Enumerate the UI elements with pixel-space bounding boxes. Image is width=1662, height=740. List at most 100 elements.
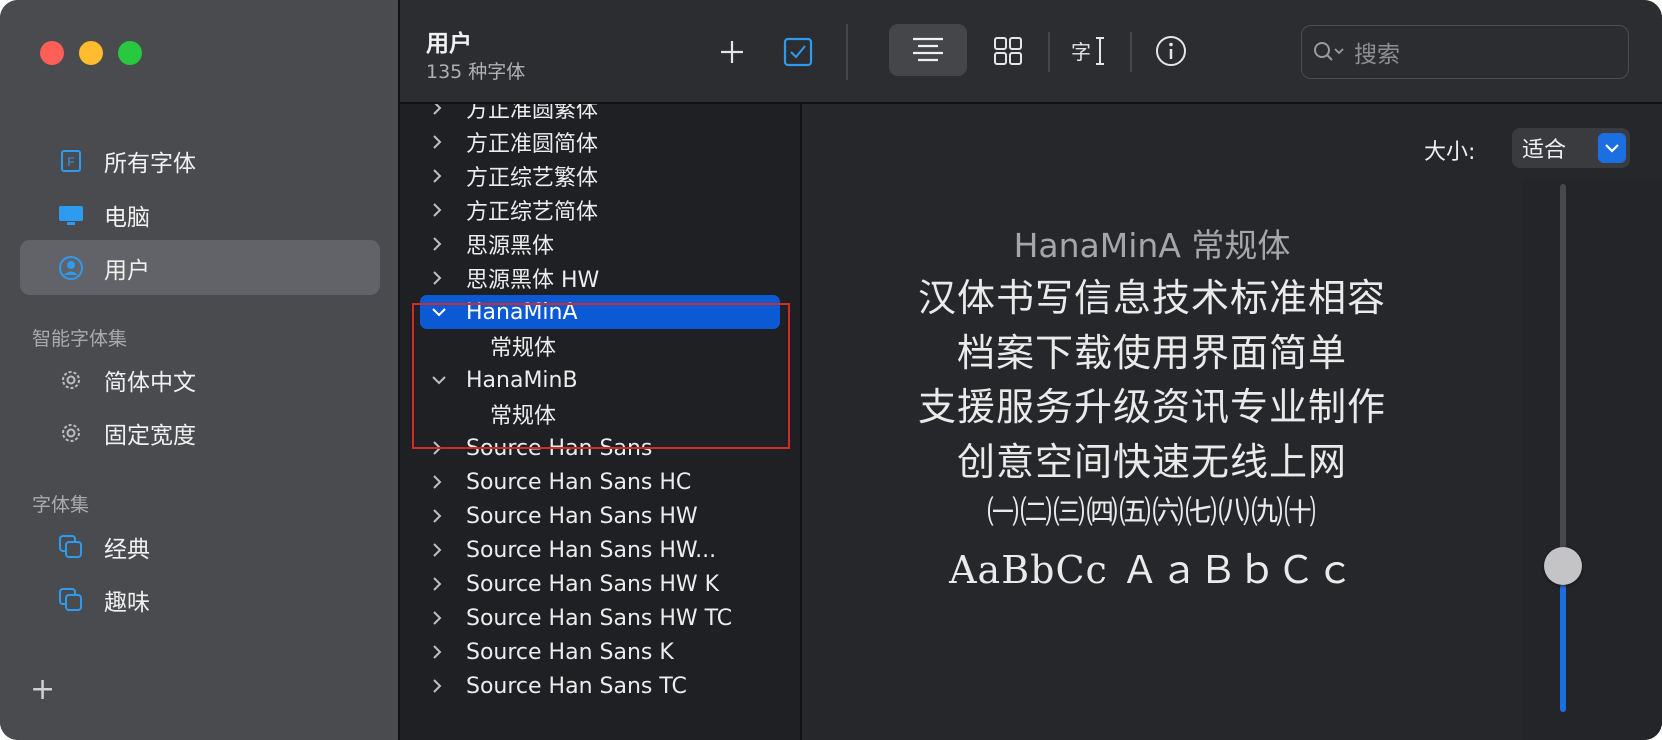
close-button[interactable] bbox=[40, 41, 64, 65]
font-family-row[interactable]: HanaMinB bbox=[400, 363, 800, 397]
view-grid-button[interactable] bbox=[985, 28, 1031, 74]
sidebar-item-label: 固定宽度 bbox=[104, 422, 196, 449]
font-family-row[interactable]: Source Han Sans HW K bbox=[400, 567, 800, 601]
chevron-down-icon[interactable] bbox=[432, 375, 446, 385]
sidebar-item-label: 经典 bbox=[104, 536, 150, 563]
sidebar-item-classic[interactable]: 经典 bbox=[20, 519, 380, 574]
chevron-right-icon[interactable] bbox=[432, 543, 446, 557]
sidebar-item-fun[interactable]: 趣味 bbox=[20, 572, 380, 627]
add-collection-button[interactable]: + bbox=[30, 675, 55, 705]
search-placeholder: 搜索 bbox=[1354, 42, 1400, 68]
chevron-right-icon[interactable] bbox=[432, 577, 446, 591]
font-row-label: 方正综艺简体 bbox=[466, 200, 599, 225]
font-family-row[interactable]: Source Han Sans HW TC bbox=[400, 601, 800, 635]
size-dropdown[interactable]: 适合 bbox=[1512, 128, 1630, 168]
font-family-row[interactable]: HanaMinA bbox=[420, 295, 780, 329]
chevron-right-icon[interactable] bbox=[432, 475, 446, 489]
font-family-row[interactable]: 思源黑体 HW bbox=[400, 261, 800, 295]
font-file-icon: F bbox=[58, 148, 84, 174]
chevron-right-icon[interactable] bbox=[432, 679, 446, 693]
font-row-label: Source Han Sans bbox=[466, 435, 653, 461]
font-family-row[interactable]: 思源黑体 bbox=[400, 227, 800, 261]
checkbox-icon bbox=[783, 37, 813, 67]
font-row-label: 方正准圆简体 bbox=[466, 132, 599, 157]
sample-line: 汉体书写信息技术标准相容 bbox=[917, 276, 1386, 320]
sidebar-item-fixed-width[interactable]: 固定宽度 bbox=[20, 405, 380, 460]
zoom-button[interactable] bbox=[118, 41, 142, 65]
preview-pane: 大小: 适合 HanaMinA 常规体 汉体书写信息技术标准相容 档案下载使用界… bbox=[802, 104, 1662, 740]
search-icon bbox=[1314, 42, 1344, 61]
size-slider-knob[interactable] bbox=[1544, 547, 1582, 586]
collection-icon bbox=[58, 587, 84, 613]
grid-icon bbox=[994, 37, 1022, 65]
font-family-row[interactable]: Source Han Sans TC bbox=[400, 669, 800, 703]
font-family-row[interactable]: Source Han Sans K bbox=[400, 635, 800, 669]
font-row-label: 常规体 bbox=[490, 404, 557, 429]
font-row-label: 思源黑体 HW bbox=[466, 268, 600, 293]
sidebar-item-computer[interactable]: 电脑 bbox=[20, 187, 380, 242]
sidebar-item-simplified-chinese[interactable]: 简体中文 bbox=[20, 352, 380, 407]
page-title: 用户 bbox=[426, 31, 472, 57]
font-face-row[interactable]: 常规体 bbox=[400, 329, 800, 363]
minimize-button[interactable] bbox=[79, 41, 103, 65]
sample-line: 创意空间快速无线上网 bbox=[956, 440, 1347, 484]
info-button[interactable] bbox=[1148, 28, 1194, 74]
plus-icon bbox=[721, 41, 743, 63]
font-family-row[interactable]: 方正综艺繁体 bbox=[400, 159, 800, 193]
font-family-row[interactable]: Source Han Sans HW... bbox=[400, 533, 800, 567]
font-row-label: 方正综艺繁体 bbox=[466, 166, 599, 191]
font-row-label: HanaMinA bbox=[466, 299, 578, 325]
window-controls bbox=[40, 41, 142, 65]
font-family-row[interactable]: 方正准圆繁体 bbox=[400, 104, 800, 125]
custom-text-button[interactable]: 字 bbox=[1066, 28, 1110, 74]
text-cursor-icon: 字 bbox=[1071, 37, 1104, 65]
font-row-label: Source Han Sans HW... bbox=[466, 537, 717, 563]
chevron-right-icon[interactable] bbox=[432, 645, 446, 659]
chevron-right-icon[interactable] bbox=[432, 169, 446, 183]
font-family-row[interactable]: Source Han Sans HC bbox=[400, 465, 800, 499]
font-row-label: HanaMinB bbox=[466, 367, 578, 393]
chevron-down-icon[interactable] bbox=[432, 307, 446, 317]
font-row-label: 方正准圆繁体 bbox=[466, 104, 599, 123]
add-font-button[interactable] bbox=[710, 30, 754, 74]
sidebar-item-user[interactable]: 用户 bbox=[20, 240, 380, 295]
font-family-row[interactable]: Source Han Sans bbox=[400, 431, 800, 465]
slider-gutter bbox=[1522, 180, 1662, 740]
size-slider-fill bbox=[1560, 585, 1566, 712]
font-book-window: F 所有字体 电脑 用户 智能字体集 简体中文 固定宽度 字体集 经典 趣味 +… bbox=[0, 0, 1662, 740]
chevron-right-icon[interactable] bbox=[432, 237, 446, 251]
computer-icon bbox=[58, 202, 84, 228]
info-icon bbox=[1156, 36, 1186, 66]
chevron-right-icon[interactable] bbox=[432, 611, 446, 625]
chevron-right-icon[interactable] bbox=[432, 509, 446, 523]
sidebar-item-label: 趣味 bbox=[104, 589, 150, 616]
smart-collections-header: 智能字体集 bbox=[32, 328, 128, 350]
align-center-icon bbox=[913, 37, 943, 62]
sidebar-item-all-fonts[interactable]: F 所有字体 bbox=[20, 133, 380, 188]
font-family-row[interactable]: Source Han Sans HW bbox=[400, 499, 800, 533]
chevron-right-icon[interactable] bbox=[432, 203, 446, 217]
search-field[interactable]: 搜索 bbox=[1301, 25, 1629, 79]
collections-header: 字体集 bbox=[32, 494, 90, 516]
chevron-right-icon[interactable] bbox=[432, 135, 446, 149]
font-row-label: 常规体 bbox=[490, 336, 557, 361]
size-label: 大小: bbox=[1424, 140, 1476, 165]
font-row-label: Source Han Sans HW bbox=[466, 503, 698, 529]
sidebar-item-label: 简体中文 bbox=[104, 369, 196, 396]
chevron-right-icon[interactable] bbox=[432, 271, 446, 285]
chevron-right-icon[interactable] bbox=[432, 441, 446, 455]
svg-text:字: 字 bbox=[1071, 40, 1091, 64]
font-family-row[interactable]: 方正准圆简体 bbox=[400, 125, 800, 159]
toolbar-divider bbox=[1130, 32, 1132, 72]
enable-font-button[interactable] bbox=[776, 30, 820, 74]
font-family-row[interactable]: 方正综艺简体 bbox=[400, 193, 800, 227]
sidebar-item-label: 电脑 bbox=[104, 204, 150, 231]
font-row-label: Source Han Sans HC bbox=[466, 469, 692, 495]
font-face-row[interactable]: 常规体 bbox=[400, 397, 800, 431]
toolbar-divider bbox=[1048, 32, 1050, 72]
chevron-right-icon[interactable] bbox=[432, 104, 446, 115]
font-count: 135 种字体 bbox=[426, 61, 526, 83]
view-sample-button[interactable] bbox=[889, 24, 967, 76]
toolbar-divider bbox=[846, 24, 848, 80]
sidebar-item-label: 用户 bbox=[104, 257, 150, 284]
